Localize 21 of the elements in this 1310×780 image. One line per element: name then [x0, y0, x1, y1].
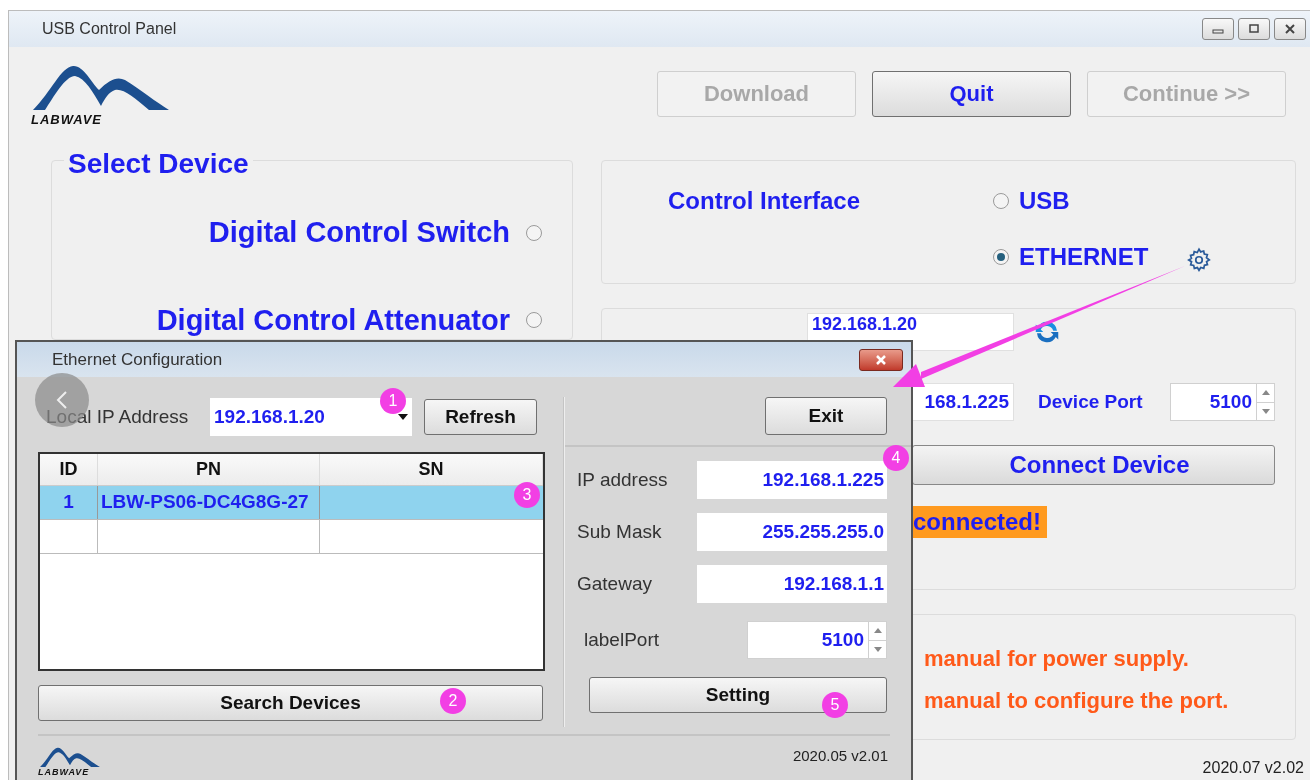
- field-label: IP address: [577, 467, 669, 492]
- dialog-title: Ethernet Configuration: [52, 348, 224, 371]
- interface-option-label: USB: [1019, 186, 1070, 216]
- device-port-label: Device Port: [1038, 389, 1144, 414]
- window-title: USB Control Panel: [42, 18, 178, 39]
- logo-text: LABWAVE: [38, 768, 90, 777]
- field-label: Sub Mask: [577, 519, 663, 544]
- instruction-text: manual to configure the port.: [924, 687, 1230, 715]
- interface-option-label: ETHERNET: [1019, 242, 1149, 272]
- control-interface-label: Control Interface: [668, 186, 862, 213]
- table-cell: 1: [40, 486, 98, 519]
- logo-text: LABWAVE: [31, 112, 103, 126]
- version-text: 2020.07 v2.02: [1202, 758, 1304, 778]
- field-label: labelPort: [584, 627, 660, 652]
- device-option-label: Digital Control Switch: [208, 215, 510, 250]
- field-label: Gateway: [577, 571, 653, 596]
- instruction-text: manual for power supply.: [924, 645, 1190, 673]
- device-option-label: Digital Control Attenuator: [156, 302, 510, 338]
- local-ip-label: Local IP Address: [45, 404, 190, 429]
- dialog-version-text: 2020.05 v2.01: [792, 745, 888, 766]
- table-cell: LBW-PS06-DC4G8G-27: [98, 486, 320, 519]
